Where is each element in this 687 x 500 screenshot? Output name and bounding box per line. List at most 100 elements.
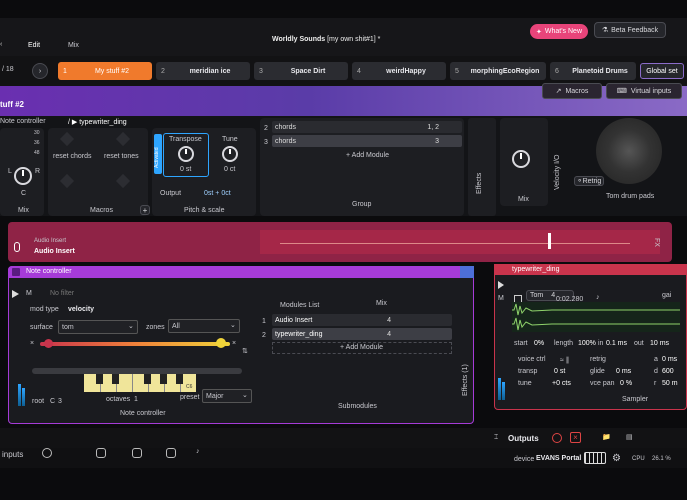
- m-icon[interactable]: M: [26, 290, 32, 297]
- output-settings-icon[interactable]: ▤: [626, 433, 633, 441]
- length-value[interactable]: 100%: [578, 340, 596, 347]
- group-row-2-num: 2: [264, 125, 268, 132]
- black-key-3[interactable]: [144, 374, 151, 384]
- note-controller-title: Note controller: [26, 268, 72, 275]
- note-controller-header-tab: [460, 266, 474, 278]
- retrig-label-sampler[interactable]: retrig: [590, 356, 606, 363]
- reset-tones-label[interactable]: reset tones: [104, 153, 139, 160]
- tab-typewriter[interactable]: / ▶ typewriter_ding: [68, 118, 127, 126]
- play-icon[interactable]: [12, 290, 19, 298]
- input-icon-3[interactable]: [132, 448, 142, 458]
- root-num[interactable]: 3: [58, 398, 62, 405]
- project-subtitle: [my own shit#1] *: [327, 36, 381, 43]
- transp-value[interactable]: 0 st: [554, 368, 565, 375]
- outputs-label[interactable]: Outputs: [508, 434, 539, 443]
- audio-insert-strip: [260, 230, 660, 254]
- black-key-1[interactable]: [96, 374, 103, 384]
- voice-ctrl-icons[interactable]: ≈ ∥: [560, 356, 569, 364]
- range-close-icon[interactable]: ×: [30, 340, 34, 347]
- range-close-icon-right[interactable]: ×: [232, 340, 236, 347]
- audio-insert-level-track[interactable]: [280, 243, 630, 244]
- transpose-knob[interactable]: [178, 146, 194, 162]
- sampler-play-icon[interactable]: [498, 281, 504, 289]
- retrig-button[interactable]: ⚬ Retrig: [574, 176, 604, 186]
- slot-2[interactable]: 2 meridian ice: [156, 62, 250, 80]
- tune-knob[interactable]: [222, 146, 238, 162]
- audio-insert-level-handle[interactable]: [548, 233, 551, 249]
- black-key-2[interactable]: [112, 374, 119, 384]
- glide-label: glide: [590, 368, 605, 375]
- start-value[interactable]: 0%: [534, 340, 544, 347]
- in-value[interactable]: 0.1 ms: [606, 340, 627, 347]
- outputs-icon: ⌶: [494, 434, 499, 441]
- out-value[interactable]: 10 ms: [650, 340, 669, 347]
- root-value[interactable]: C: [50, 398, 55, 405]
- pan-knob[interactable]: [14, 167, 32, 185]
- input-icon-1[interactable]: [42, 448, 52, 458]
- beta-feedback-label: Beta Feedback: [611, 26, 659, 34]
- drum-pad-circle[interactable]: [596, 118, 662, 184]
- slot-1[interactable]: 1 My stuff #2: [58, 62, 152, 80]
- range-handle-start[interactable]: [44, 339, 53, 348]
- module-row-1[interactable]: Audio Insert 4: [272, 314, 452, 326]
- range-handle-end[interactable]: [216, 338, 226, 348]
- glide-value[interactable]: 0 ms: [616, 368, 631, 375]
- d-value[interactable]: 600: [662, 368, 674, 375]
- device-value[interactable]: EVANS Portal: [536, 455, 581, 462]
- beta-feedback-button[interactable]: ⚗ Beta Feedback: [594, 22, 666, 38]
- mod-type-value[interactable]: velocity: [68, 306, 94, 313]
- gear-icon[interactable]: ⚙: [612, 453, 621, 464]
- global-set-button[interactable]: Global set: [640, 63, 684, 79]
- vce-pan-value[interactable]: 0 %: [620, 380, 632, 387]
- tune-label: Tune: [222, 136, 238, 143]
- slot-2-num: 2: [161, 67, 165, 75]
- macros-button[interactable]: ↗ Macros: [542, 83, 602, 99]
- a-value[interactable]: 0 ms: [662, 356, 677, 363]
- tune-label-sampler: tune: [518, 380, 532, 387]
- in-label: in: [598, 340, 604, 347]
- r-value-sampler[interactable]: 50 m: [662, 380, 678, 387]
- sampler-m-icon[interactable]: M: [498, 295, 504, 302]
- virtual-inputs-button[interactable]: ⌨ Virtual inputs: [606, 83, 682, 99]
- input-icon-4[interactable]: [166, 448, 176, 458]
- octaves-value[interactable]: 1: [134, 396, 138, 403]
- menu-back-arrow[interactable]: ‹: [0, 41, 2, 48]
- next-set-button[interactable]: ›: [32, 63, 48, 79]
- mod-type-label: mod type: [30, 306, 59, 313]
- range-slider[interactable]: [40, 342, 230, 346]
- module-row-1-count: 4: [387, 316, 391, 324]
- inputs-label[interactable]: inputs: [2, 450, 23, 459]
- whats-new-button[interactable]: ✦ What's New: [530, 24, 588, 39]
- tune-value-sampler[interactable]: +0 cts: [552, 380, 571, 387]
- start-label: start: [514, 340, 528, 347]
- slot-3[interactable]: 3 Space Dirt: [254, 62, 348, 80]
- slot-6[interactable]: 6 Planetoid Drums: [550, 62, 636, 80]
- grid-icon[interactable]: [584, 452, 606, 464]
- add-macro-button[interactable]: +: [140, 205, 150, 215]
- add-instrument-icon[interactable]: ♪: [196, 448, 200, 455]
- modules-add-module[interactable]: + Add Module: [340, 344, 383, 351]
- reset-chords-label[interactable]: reset chords: [53, 153, 92, 160]
- swap-icon[interactable]: ⇅: [242, 347, 248, 355]
- audio-insert-fx-label: FX: [653, 238, 660, 247]
- input-icon-2[interactable]: [96, 448, 106, 458]
- black-key-5[interactable]: [176, 374, 183, 384]
- group-row-2-count: 1, 2: [427, 123, 439, 131]
- group-row-3[interactable]: chords 3: [272, 135, 462, 147]
- sampler-waveform[interactable]: [512, 302, 680, 332]
- flask-icon: ⚗: [601, 27, 609, 34]
- folder-icon[interactable]: 📁: [602, 433, 611, 441]
- no-filter-label[interactable]: No filter: [50, 290, 74, 297]
- tab-note-controller[interactable]: Note controller: [0, 118, 46, 125]
- mix2-pan-knob[interactable]: [512, 150, 530, 168]
- menu-mix[interactable]: Mix: [68, 42, 79, 49]
- group-row-2[interactable]: chords 1, 2: [272, 121, 462, 133]
- group-add-module[interactable]: + Add Module: [346, 152, 389, 159]
- slot-4[interactable]: 4 weirdHappy: [352, 62, 446, 80]
- menu-edit[interactable]: Edit: [28, 42, 40, 49]
- module-row-2[interactable]: typewriter_ding 4: [272, 328, 452, 340]
- slot-5[interactable]: 5 morphingEcoRegion: [450, 62, 546, 80]
- record-icon[interactable]: [552, 433, 562, 443]
- close-output-icon[interactable]: ×: [570, 432, 581, 443]
- black-key-4[interactable]: [160, 374, 167, 384]
